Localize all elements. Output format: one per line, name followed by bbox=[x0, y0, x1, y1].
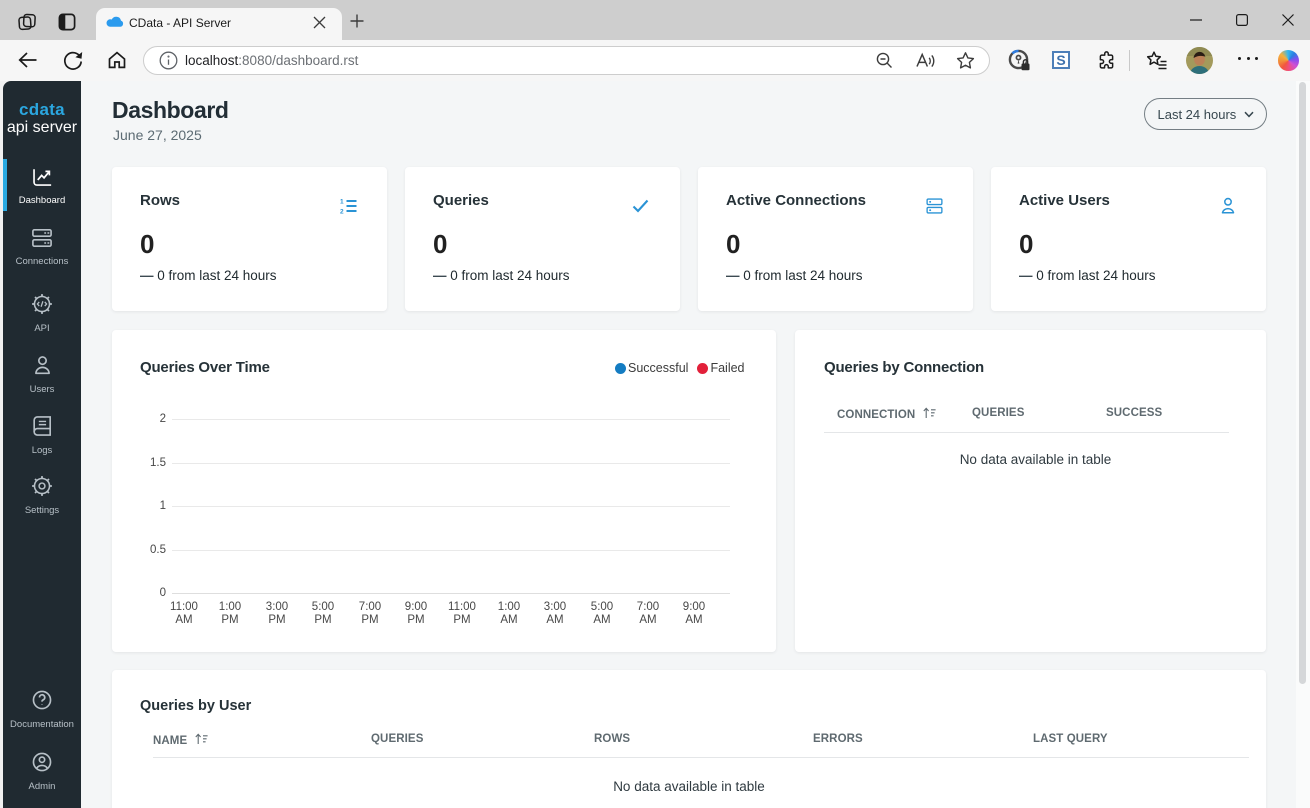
svg-text:2: 2 bbox=[340, 209, 344, 215]
svg-text:1: 1 bbox=[340, 199, 344, 206]
